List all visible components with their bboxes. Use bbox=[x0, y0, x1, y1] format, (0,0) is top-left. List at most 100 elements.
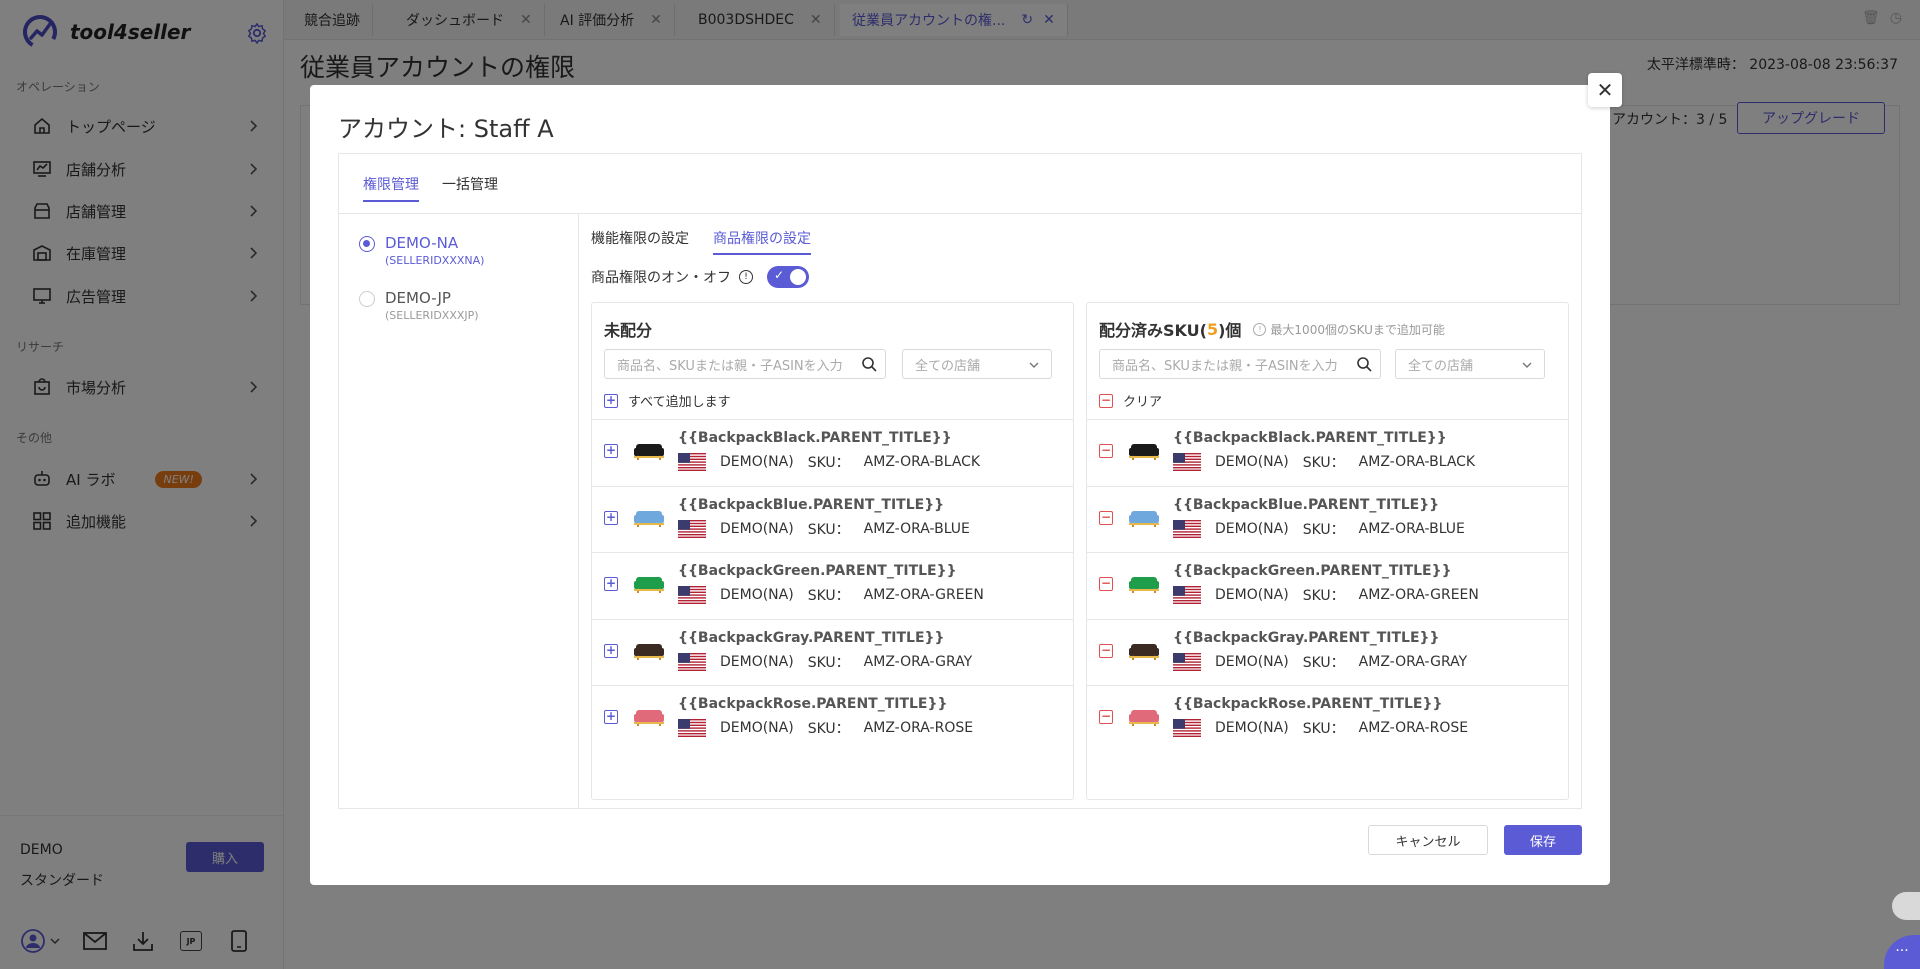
product-thumbnail bbox=[1129, 643, 1159, 660]
product-sku: AMZ-ORA-BLACK bbox=[1358, 454, 1476, 470]
clear-button[interactable]: − クリア bbox=[1099, 391, 1162, 410]
product-meta: DEMO(NA) SKU： AMZ-ORA-BLACK bbox=[1173, 452, 1475, 472]
product-thumbnail bbox=[1129, 510, 1159, 527]
product-row: − {{BackpackBlue.PARENT_TITLE}} DEMO(NA) SK… bbox=[1087, 485, 1568, 553]
hint-text: 最大1000個のSKUまで追加可能 bbox=[1270, 322, 1445, 337]
assigned-title-suffix: )個 bbox=[1218, 321, 1242, 340]
chevron-down-icon bbox=[1029, 362, 1039, 368]
chevron-down-icon bbox=[1522, 362, 1532, 368]
product-meta: DEMO(NA) SKU： AMZ-ORA-BLUE bbox=[1173, 519, 1465, 539]
minus-square-icon: − bbox=[1099, 392, 1113, 408]
assigned-list: − {{BackpackBlack.PARENT_TITLE}} DEMO(NA) S… bbox=[1087, 419, 1568, 752]
product-meta: DEMO(NA) SKU： AMZ-ORA-GRAY bbox=[1173, 652, 1467, 672]
close-icon: ✕ bbox=[1596, 78, 1614, 102]
tab-function-permissions[interactable]: 機能権限の設定 bbox=[591, 228, 689, 253]
us-flag-icon bbox=[1173, 453, 1201, 471]
sku-label: SKU： bbox=[1302, 721, 1345, 737]
product-thumbnail bbox=[1129, 577, 1159, 593]
product-store: DEMO(NA) bbox=[1215, 454, 1289, 470]
account-list: DEMO-NA (SELLERIDXXXNA) DEMO-JP (SELLERI… bbox=[339, 214, 579, 808]
add-product-icon[interactable]: + bbox=[604, 710, 618, 724]
plus-square-icon: + bbox=[604, 392, 618, 408]
add-all-button[interactable]: + すべて追加します bbox=[604, 391, 731, 410]
product-store: DEMO(NA) bbox=[1215, 653, 1289, 670]
info-icon[interactable]: ! bbox=[739, 270, 753, 284]
product-sku: AMZ-ORA-GREEN bbox=[1358, 587, 1479, 603]
product-row: − {{BackpackGreen.PARENT_TITLE}} DEMO(NA) S… bbox=[1087, 552, 1568, 619]
product-thumbnail bbox=[1129, 444, 1159, 460]
product-meta: DEMO(NA) SKU： AMZ-ORA-GRAY bbox=[678, 652, 972, 672]
us-flag-icon bbox=[678, 652, 706, 671]
product-store: DEMO(NA) bbox=[1215, 720, 1289, 736]
product-meta: DEMO(NA) SKU： AMZ-ORA-ROSE bbox=[1173, 718, 1468, 738]
add-product-icon[interactable]: + bbox=[604, 643, 618, 658]
search-icon[interactable] bbox=[861, 356, 877, 372]
us-flag-icon bbox=[678, 453, 706, 471]
product-title: {{BackpackRose.PARENT_TITLE}} bbox=[678, 696, 948, 712]
tab-bulk-management[interactable]: 一括管理 bbox=[442, 174, 498, 200]
modal-content: 権限管理 一括管理 DEMO-NA (SELLERIDXXXNA) DEMO-J… bbox=[338, 153, 1582, 809]
sku-label: SKU： bbox=[807, 654, 850, 671]
product-meta: DEMO(NA) SKU： AMZ-ORA-ROSE bbox=[678, 718, 973, 738]
product-thumbnail bbox=[634, 510, 664, 527]
remove-product-icon[interactable]: − bbox=[1099, 577, 1113, 591]
product-title: {{BackpackGray.PARENT_TITLE}} bbox=[678, 629, 945, 646]
product-store: DEMO(NA) bbox=[720, 454, 794, 470]
remove-product-icon[interactable]: − bbox=[1099, 444, 1113, 458]
assigned-title-prefix: 配分済みSKU( bbox=[1099, 321, 1207, 340]
cancel-button[interactable]: キャンセル bbox=[1368, 825, 1488, 855]
unassigned-shop-select[interactable]: 全ての店舗 bbox=[902, 349, 1052, 379]
us-flag-icon bbox=[678, 586, 706, 604]
unassigned-panel: 未配分 商品名、SKUまたは親・子ASINを入力 全ての店舗 + すべて追加しま… bbox=[591, 302, 1074, 800]
headset-icon[interactable] bbox=[1892, 892, 1920, 920]
sku-label: SKU： bbox=[1302, 654, 1345, 671]
product-title: {{BackpackRose.PARENT_TITLE}} bbox=[1173, 696, 1443, 712]
product-meta: DEMO(NA) SKU： AMZ-ORA-BLACK bbox=[678, 452, 980, 472]
sku-label: SKU： bbox=[807, 588, 850, 604]
tab-permission-management[interactable]: 権限管理 bbox=[363, 174, 419, 202]
product-store: DEMO(NA) bbox=[1215, 587, 1289, 603]
account-name: DEMO-JP bbox=[385, 289, 451, 307]
permission-settings: 機能権限の設定 商品権限の設定 商品権限のオン・オフ ! 未配分 商品名、SKU… bbox=[579, 214, 1581, 808]
remove-product-icon[interactable]: − bbox=[1099, 510, 1113, 525]
sku-label: SKU： bbox=[1302, 588, 1345, 604]
modal-close-button[interactable]: ✕ bbox=[1588, 73, 1622, 107]
product-row: + {{BackpackBlue.PARENT_TITLE}} DEMO(NA) SK… bbox=[592, 485, 1073, 553]
unassigned-list: + {{BackpackBlack.PARENT_TITLE}} DEMO(NA) S… bbox=[592, 419, 1073, 752]
sku-label: SKU： bbox=[807, 721, 850, 737]
product-permission-toggle-row: 商品権限のオン・オフ ! bbox=[591, 266, 809, 288]
product-thumbnail bbox=[1129, 710, 1159, 726]
sku-label: SKU： bbox=[807, 455, 850, 471]
tab-product-permissions[interactable]: 商品権限の設定 bbox=[713, 228, 811, 255]
unassigned-search-input[interactable]: 商品名、SKUまたは親・子ASINを入力 bbox=[604, 349, 886, 379]
product-title: {{BackpackGreen.PARENT_TITLE}} bbox=[1173, 563, 1452, 579]
product-thumbnail bbox=[634, 643, 664, 660]
add-product-icon[interactable]: + bbox=[604, 577, 618, 591]
assigned-count: 5 bbox=[1206, 319, 1219, 339]
remove-product-icon[interactable]: − bbox=[1099, 710, 1113, 724]
save-button[interactable]: 保存 bbox=[1504, 825, 1582, 855]
sku-label: SKU： bbox=[1302, 521, 1345, 538]
us-flag-icon bbox=[1173, 586, 1201, 604]
remove-product-icon[interactable]: − bbox=[1099, 643, 1113, 658]
assigned-search-input[interactable]: 商品名、SKUまたは親・子ASINを入力 bbox=[1099, 349, 1381, 379]
product-meta: DEMO(NA) SKU： AMZ-ORA-GREEN bbox=[1173, 585, 1479, 605]
us-flag-icon bbox=[1173, 519, 1201, 538]
account-name: DEMO-NA bbox=[385, 234, 459, 252]
account-item-demo-na[interactable]: DEMO-NA (SELLERIDXXXNA) bbox=[359, 234, 484, 267]
assigned-shop-select[interactable]: 全ての店舗 bbox=[1395, 349, 1545, 379]
search-placeholder: 商品名、SKUまたは親・子ASINを入力 bbox=[1112, 358, 1338, 374]
product-row: − {{BackpackGray.PARENT_TITLE}} DEMO(NA) SK… bbox=[1087, 618, 1568, 686]
product-title: {{BackpackBlack.PARENT_TITLE}} bbox=[678, 430, 952, 446]
product-permission-toggle[interactable] bbox=[767, 266, 809, 288]
account-seller-id: (SELLERIDXXXJP) bbox=[385, 309, 479, 322]
add-product-icon[interactable]: + bbox=[604, 444, 618, 458]
account-item-demo-jp[interactable]: DEMO-JP (SELLERIDXXXJP) bbox=[359, 289, 479, 322]
panel-title: 未配分 bbox=[604, 321, 653, 340]
search-icon[interactable] bbox=[1356, 356, 1372, 372]
panel-title: 配分済みSKU(5)個 ! 最大1000個のSKUまで追加可能 bbox=[1099, 317, 1445, 341]
permission-modal: アカウント: Staff A 権限管理 一括管理 DEMO-NA (SELLER… bbox=[310, 85, 1610, 885]
radio-selected[interactable] bbox=[359, 236, 375, 252]
radio-unselected[interactable] bbox=[359, 291, 375, 307]
add-product-icon[interactable]: + bbox=[604, 510, 618, 525]
